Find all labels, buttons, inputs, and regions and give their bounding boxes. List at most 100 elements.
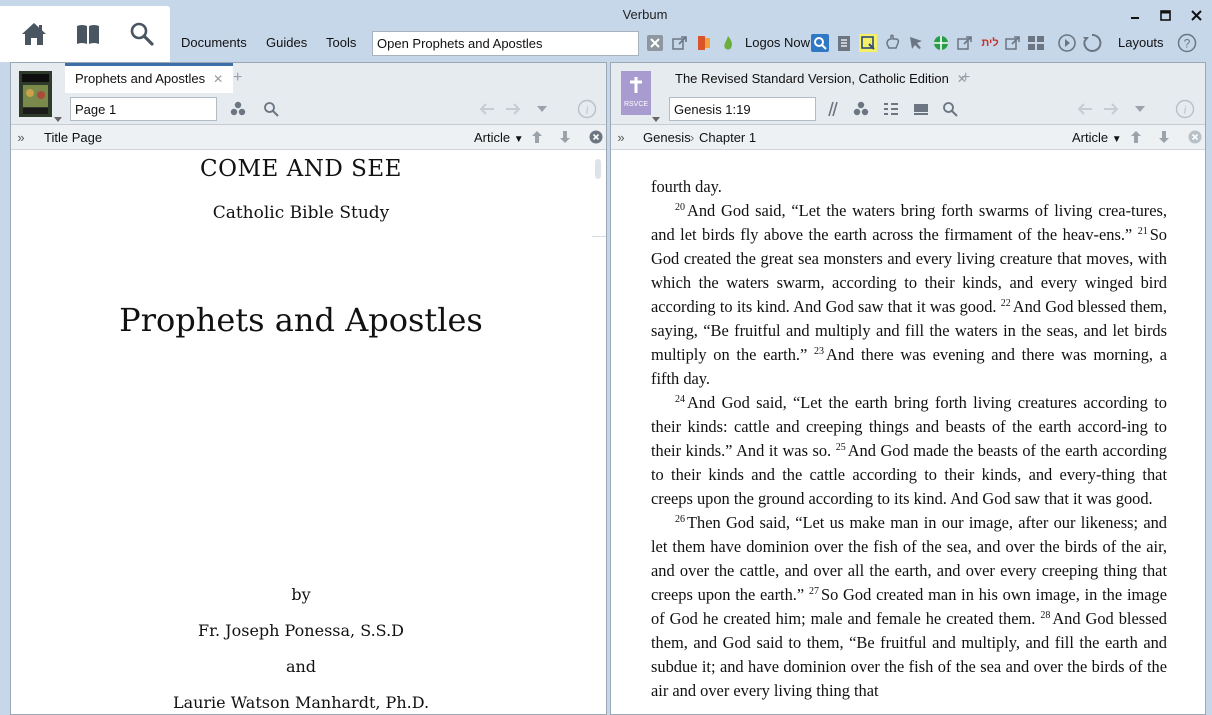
search-button[interactable]	[122, 16, 162, 52]
verse-number[interactable]: 20	[675, 202, 685, 213]
display-button[interactable]	[912, 100, 930, 118]
back-button[interactable]	[478, 100, 496, 118]
menu-tools[interactable]: Tools	[326, 35, 356, 50]
sync-button[interactable]	[1082, 33, 1102, 52]
command-box[interactable]: Open Prophets and Apostles	[372, 31, 639, 56]
verse-number[interactable]: 22	[1001, 298, 1011, 309]
previous-article-button[interactable]	[1128, 129, 1144, 145]
x-box-icon	[647, 35, 663, 51]
forward-button[interactable]	[504, 100, 522, 118]
rsvce-thumbnail[interactable]: RSVCE	[621, 71, 651, 115]
search-icon	[130, 22, 154, 46]
hand-button[interactable]	[883, 34, 901, 52]
bible-paragraph: 24 And God said, “Let the earth bring for…	[651, 391, 1167, 511]
breadcrumb-chapter[interactable]: Chapter 1	[699, 130, 756, 145]
next-article-button[interactable]	[557, 129, 573, 145]
close-panel-button[interactable]	[588, 129, 604, 145]
previous-article-button[interactable]	[529, 129, 545, 145]
parallel-resources-button[interactable]	[852, 100, 870, 118]
bible-text: fourth day. 20 And God said, “Let the wate…	[651, 175, 1167, 703]
breadcrumb-book[interactable]: Genesis	[643, 130, 691, 145]
verse-number[interactable]: 25	[836, 442, 846, 453]
arrow-up-icon	[532, 131, 542, 143]
close-button[interactable]	[1181, 4, 1212, 26]
popout-button-2[interactable]	[956, 34, 974, 52]
help-icon: ?	[1177, 33, 1197, 53]
bible-paragraph: fourth day.	[651, 175, 1167, 199]
title-bar: Verbum Documents Guides Tools Open Proph…	[0, 0, 1212, 62]
pointer-button[interactable]	[907, 34, 925, 52]
highlight-button[interactable]	[859, 34, 877, 52]
verse-number[interactable]: 21	[1138, 226, 1148, 237]
search-icon	[943, 102, 958, 117]
close-panel-button[interactable]	[1187, 129, 1203, 145]
book-cover-thumbnail[interactable]	[19, 71, 52, 117]
minimize-button[interactable]	[1119, 4, 1150, 26]
external-link-icon	[1005, 36, 1020, 50]
faithlife-button[interactable]	[719, 34, 737, 52]
layouts-button[interactable]: Layouts	[1118, 35, 1164, 50]
popout-button[interactable]	[671, 34, 689, 52]
office-button[interactable]	[695, 34, 713, 52]
tab-close-icon[interactable]: ✕	[213, 72, 223, 86]
popout-button-3[interactable]	[1004, 34, 1022, 52]
menu-guides[interactable]: Guides	[266, 35, 307, 50]
verse-number[interactable]: 23	[814, 346, 824, 357]
atlas-button[interactable]	[932, 34, 950, 52]
verse-number[interactable]: 28	[1040, 610, 1050, 621]
zoom-search-button[interactable]	[811, 34, 829, 52]
cover-dropdown-icon[interactable]	[54, 117, 62, 123]
tab-prophets-and-apostles[interactable]: Prophets and Apostles ✕	[65, 63, 234, 93]
scroll-marker	[592, 236, 606, 237]
maximize-button[interactable]	[1150, 4, 1181, 26]
tab-title: Prophets and Apostles	[75, 71, 206, 86]
history-dropdown-button[interactable]	[1131, 100, 1149, 118]
bible-reference-input[interactable]: Genesis 1:19	[669, 97, 816, 121]
breadcrumb-title-page[interactable]: Title Page	[44, 130, 102, 145]
info-button[interactable]: i	[1175, 99, 1195, 119]
verse-number[interactable]: 24	[675, 394, 685, 405]
help-button[interactable]: ?	[1177, 33, 1197, 53]
logos-now-button[interactable]: Logos Now	[745, 35, 810, 50]
next-article-button[interactable]	[1156, 129, 1172, 145]
find-button[interactable]	[262, 100, 280, 118]
clear-command-button[interactable]	[646, 34, 664, 52]
page-reference-input[interactable]: Page 1	[70, 97, 217, 121]
expand-sidebar-button[interactable]: »	[613, 129, 629, 145]
back-button[interactable]	[1076, 100, 1094, 118]
expand-sidebar-button[interactable]: »	[13, 129, 29, 145]
document-button[interactable]	[835, 34, 853, 52]
new-tab-button[interactable]: +	[961, 69, 970, 87]
menu-documents[interactable]: Documents	[181, 35, 247, 50]
book-cover-image	[19, 71, 52, 117]
article-label: Article	[474, 130, 511, 145]
find-button[interactable]	[941, 100, 959, 118]
search-icon	[264, 102, 279, 117]
hebrew-button[interactable]: לית	[979, 34, 1001, 52]
external-link-icon	[672, 36, 687, 50]
parallel-resources-button[interactable]	[229, 100, 247, 118]
people-button[interactable]	[1027, 34, 1045, 52]
media-button[interactable]	[1056, 34, 1078, 52]
cover-dropdown-icon[interactable]	[652, 117, 660, 123]
library-button[interactable]	[68, 16, 108, 52]
verse-number[interactable]: 27	[809, 586, 819, 597]
new-tab-button[interactable]: +	[233, 69, 242, 87]
info-button[interactable]: i	[577, 99, 597, 119]
double-chevron-icon: »	[617, 129, 625, 145]
visual-filters-button[interactable]	[882, 100, 900, 118]
forward-button[interactable]	[1102, 100, 1120, 118]
article-dropdown[interactable]: Article ▼	[474, 130, 524, 145]
svg-text:i: i	[1183, 103, 1186, 117]
verse-number[interactable]: 26	[675, 514, 685, 525]
arrow-left-icon	[479, 103, 494, 115]
interlinear-button[interactable]	[823, 100, 841, 118]
tab-rsvce[interactable]: The Revised Standard Version, Catholic E…	[665, 63, 977, 93]
history-dropdown-button[interactable]	[533, 100, 551, 118]
by-label: by	[291, 585, 311, 604]
office-icon	[698, 36, 710, 50]
bible-paragraph: 26 Then God said, “Let us make man in our…	[651, 511, 1167, 703]
home-button[interactable]	[14, 16, 54, 52]
article-dropdown[interactable]: Article ▼	[1072, 130, 1122, 145]
scrollbar-thumb[interactable]	[595, 159, 601, 179]
